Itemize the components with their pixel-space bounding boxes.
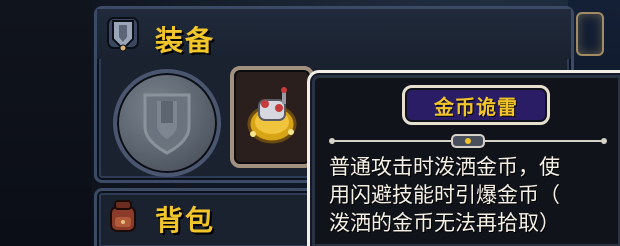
bag-panel: 背包 [94, 188, 316, 246]
equipment-title: 装备 [155, 24, 216, 57]
equipment-slot-empty[interactable] [113, 69, 221, 177]
game-ui: 装备 背包 金币诡雷 普通攻击时泼洒金币，使 用闪避技能时引爆金币（ 泼洒的金币… [0, 0, 620, 246]
backpack-icon [103, 197, 143, 237]
tooltip-line: 普通攻击时泼洒金币，使 [329, 155, 560, 179]
equipment-panel-header: 装备 [97, 9, 571, 59]
left-backdrop [0, 0, 92, 246]
bag-title: 背包 [155, 204, 216, 237]
tooltip-line: 用闪避技能时引爆金币（ [329, 183, 560, 207]
shield-banner-icon [103, 15, 143, 55]
shield-banner-svg [107, 17, 139, 52]
tooltip-description: 普通攻击时泼洒金币，使 用闪避技能时引爆金币（ 泼洒的金币无法再拾取） [329, 153, 616, 237]
tooltip-title: 金币诡雷 [434, 94, 518, 119]
backpack-svg [110, 200, 136, 232]
item-tooltip: 金币诡雷 普通攻击时泼洒金币，使 用闪避技能时引爆金币（ 泼洒的金币无法再拾取） [307, 70, 620, 246]
equipment-slot-equipped[interactable] [230, 66, 314, 168]
tooltip-title-plate: 金币诡雷 [402, 85, 550, 125]
lantern-icon [576, 12, 604, 56]
tooltip-line: 泼洒的金币无法再拾取） [329, 211, 560, 235]
shield-silhouette-icon [143, 93, 191, 155]
gold-coin-mine-icon [247, 87, 297, 144]
ornamental-divider-icon [329, 134, 607, 148]
